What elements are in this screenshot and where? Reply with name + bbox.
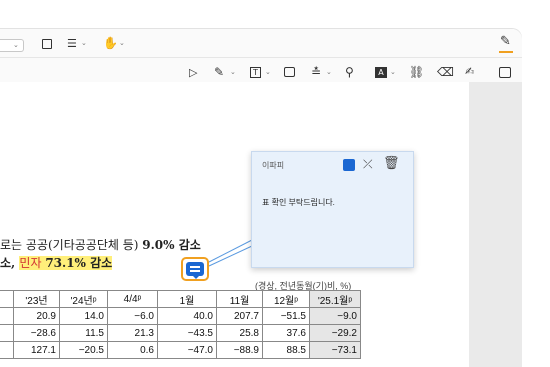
app-frame: ⌄ ☰ ⌄ ✋ ⌄ ✎ ▷ ✎ ⌄ T ⌄ ≛ ⌄ ⚲ A ⌄ ⛓ ⌫ ✍ 로는… [0,0,550,367]
comment-marker[interactable] [181,257,209,281]
comment-author: 이파피 [262,161,285,170]
comment-bubble-icon [186,262,204,276]
comment-text[interactable]: 표 확인 부탁드립니다. [262,197,335,208]
comment-popup[interactable]: 이파피 ⤫ 🗑 표 확인 부탁드립니다. [251,151,414,268]
collapse-icon[interactable]: ⤫ [363,157,373,172]
comment-bubble-tail [192,275,200,279]
trash-icon[interactable]: 🗑 [383,156,400,171]
color-picker-button[interactable] [343,159,355,171]
